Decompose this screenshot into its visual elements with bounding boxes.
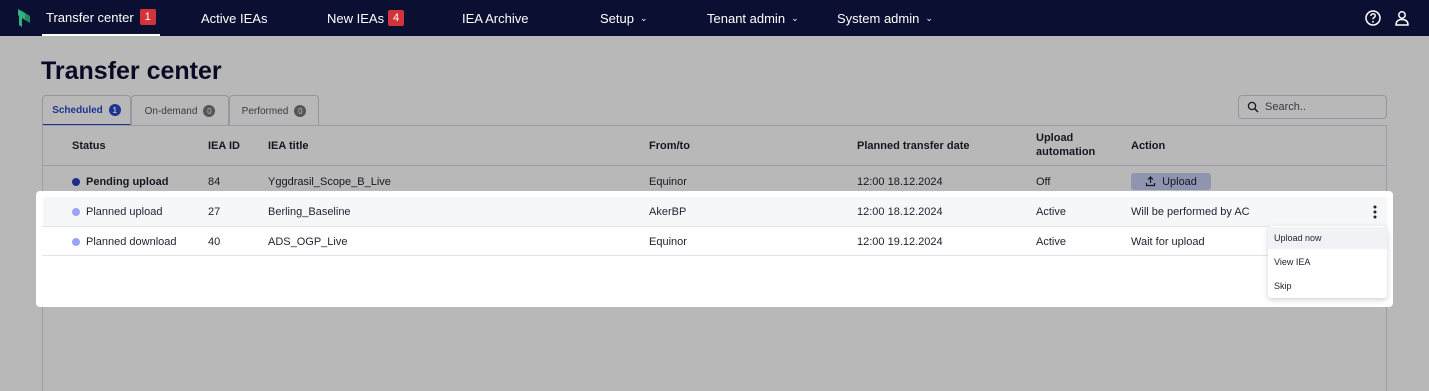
header-iea-title[interactable]: IEA title [268,140,309,152]
tab-scheduled[interactable]: Scheduled 1 [42,95,131,126]
tab-performed-label: Performed [241,105,289,117]
tab-performed-count: 0 [294,105,307,117]
row-3-planned-date: 12:00 19.12.2024 [857,236,943,248]
tab-on-demand-label: On-demand [144,105,198,117]
status-dot-pending [72,178,80,186]
menu-item-skip[interactable]: Skip [1268,275,1387,297]
row-3-automation: Active [1036,236,1066,248]
tab-performed[interactable]: Performed 0 [229,95,319,126]
header-action[interactable]: Action [1131,140,1165,152]
nav-setup-label: Setup [600,10,634,26]
nav-new-ieas[interactable]: New IEAs 4 [327,0,405,36]
page-title: Transfer center [41,57,222,85]
upload-button[interactable]: Upload [1131,173,1211,190]
row-3-iea-title[interactable]: ADS_OGP_Live [268,236,347,248]
nav-tenant-admin-label: Tenant admin [707,10,786,26]
tab-on-demand[interactable]: On-demand 0 [131,95,229,126]
nav-new-ieas-badge: 4 [388,10,405,26]
row-1-iea-id: 84 [208,176,221,188]
header-divider [42,165,1387,166]
row-3-action: Wait for upload [1131,236,1205,248]
search-icon [1247,101,1259,113]
tab-scheduled-count: 1 [108,104,121,116]
row-divider [42,255,1387,256]
row-3-iea-id: 40 [208,236,221,248]
row-2-action: Will be performed by AC [1131,206,1250,218]
nav-transfer-center-label: Transfer center [46,9,134,25]
search-box[interactable] [1238,95,1387,119]
chevron-down-icon: ⌄ [639,12,648,23]
upload-icon [1145,176,1156,187]
upload-button-label: Upload [1162,175,1197,188]
header-status[interactable]: Status [72,140,106,152]
row-3-from-to: Equinor [649,236,687,248]
row-3-status: Planned download [86,236,177,248]
row-actions-menu-button[interactable] [1366,203,1384,220]
row-1-automation: Off [1036,176,1051,188]
header-iea-id[interactable]: IEA ID [208,140,240,152]
menu-item-view-iea[interactable]: View IEA [1268,251,1387,273]
header-upload-automation-line2: automation [1036,146,1096,158]
row-1-from-to: Equinor [649,176,687,188]
nav-system-admin-label: System admin [837,10,920,26]
row-2-iea-id: 27 [208,206,221,218]
row-1-iea-title[interactable]: Yggdrasil_Scope_B_Live [268,176,391,188]
nav-transfer-center-badge: 1 [139,9,156,25]
nav-iea-archive[interactable]: IEA Archive [462,0,528,36]
nav-new-ieas-label: New IEAs [327,10,385,26]
nav-transfer-center[interactable]: Transfer center 1 [42,0,160,36]
user-icon[interactable] [1393,9,1411,27]
menu-item-upload-now[interactable]: Upload now [1268,227,1387,249]
tab-scheduled-label: Scheduled [52,104,103,116]
nav-setup[interactable]: Setup ⌄ [600,0,648,36]
nav-active-ieas-label: Active IEAs [201,10,268,26]
status-dot-planned [72,208,80,216]
header-planned-transfer-date[interactable]: Planned transfer date [857,140,969,152]
row-1-status: Pending upload [86,176,169,188]
chevron-down-icon: ⌄ [925,12,933,23]
header-upload-automation-line1: Upload [1036,132,1074,144]
top-navigation-bar: Transfer center 1 Active IEAs New IEAs 4… [0,0,1429,36]
header-from-to[interactable]: From/to [649,140,690,152]
status-dot-planned [72,238,80,246]
row-2-from-to: AkerBP [649,206,687,218]
nav-system-admin[interactable]: System admin ⌄ [837,0,933,36]
row-2-iea-title[interactable]: Berling_Baseline [268,206,351,218]
more-vertical-icon [1373,205,1377,218]
nav-tenant-admin[interactable]: Tenant admin ⌄ [707,0,799,36]
app-logo-icon[interactable] [16,8,32,28]
row-context-menu: Upload now View IEA Skip [1268,226,1387,298]
chevron-down-icon: ⌄ [791,12,799,23]
nav-iea-archive-label: IEA Archive [462,10,529,26]
row-2-status: Planned upload [86,206,163,218]
nav-active-ieas[interactable]: Active IEAs [201,0,267,36]
search-input[interactable] [1265,101,1375,113]
row-2-automation: Active [1036,206,1066,218]
help-icon[interactable] [1364,9,1382,27]
header-upload-automation[interactable]: Upload automation [1036,132,1095,158]
row-1-planned-date: 12:00 18.12.2024 [857,176,943,188]
row-2-planned-date: 12:00 18.12.2024 [857,206,943,218]
tab-on-demand-count: 0 [203,105,216,117]
row-divider [42,226,1387,227]
